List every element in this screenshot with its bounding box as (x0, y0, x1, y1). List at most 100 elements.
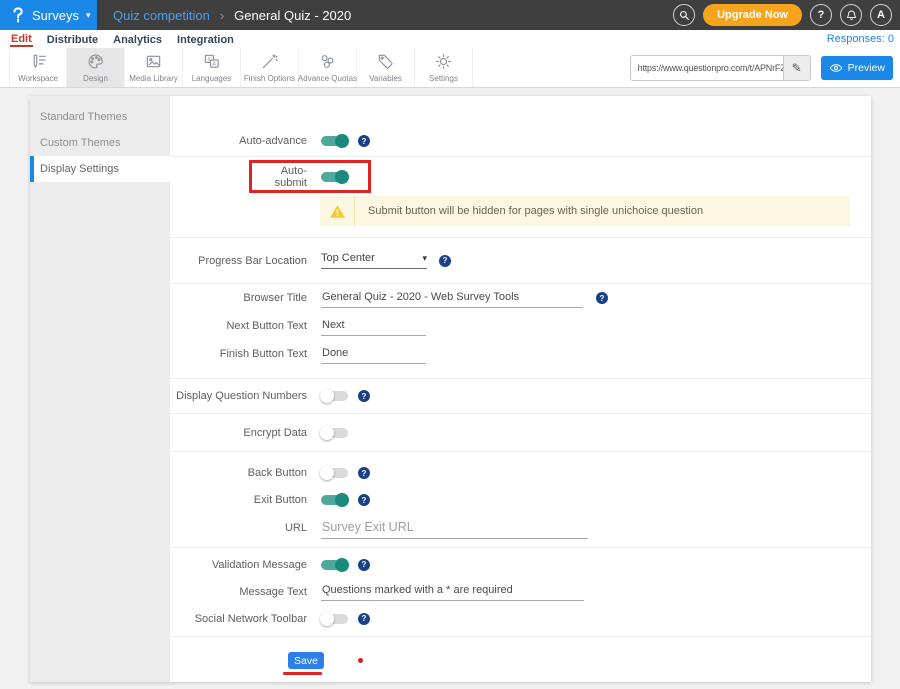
eye-icon (829, 63, 843, 73)
toolbar-item-languages[interactable]: a A Languages (183, 48, 241, 87)
auto-submit-toggle[interactable] (321, 172, 348, 182)
sidebar-item-custom-themes[interactable]: Custom Themes (30, 130, 170, 156)
exit-url-input[interactable] (321, 518, 588, 539)
edit-url-button[interactable] (783, 55, 810, 81)
sidebar-item-standard-themes[interactable]: Standard Themes (30, 104, 170, 130)
exit-button-row: Exit Button (170, 487, 871, 513)
questionpro-logo-icon (11, 6, 25, 24)
auto-advance-toggle[interactable] (321, 136, 348, 146)
auto-submit-section: Auto-submit Submit button will be hidden… (170, 160, 871, 238)
save-button[interactable]: Save (288, 652, 324, 669)
gear-icon (434, 52, 453, 71)
quota-rings-icon (318, 52, 337, 71)
social-network-toolbar-row: Social Network Toolbar (170, 605, 871, 632)
social-network-toolbar-toggle[interactable] (321, 614, 348, 624)
validation-message-row: Validation Message (170, 551, 871, 578)
tab-distribute[interactable]: Distribute (46, 33, 99, 46)
toolbar-item-settings[interactable]: Settings (415, 48, 473, 87)
upgrade-now-button[interactable]: Upgrade Now (703, 4, 802, 26)
auto-advance-section: Auto-advance (170, 96, 871, 157)
exit-url-row: URL (170, 513, 871, 543)
finish-button-text-row: Finish Button Text (170, 340, 871, 368)
toolbar-item-design[interactable]: Design (67, 48, 125, 87)
display-settings-panel: Auto-advance Auto-submit Submit bu (170, 96, 871, 682)
message-text-input[interactable] (321, 582, 584, 601)
product-name: Surveys (32, 8, 79, 23)
toolbar-item-media-library[interactable]: Media Library (125, 48, 183, 87)
toolbar-item-variables[interactable]: Variables (357, 48, 415, 87)
display-question-numbers-row: Display Question Numbers (170, 390, 370, 402)
search-button[interactable] (673, 4, 695, 26)
encrypt-data-label: Encrypt Data (170, 427, 307, 439)
design-sidebar: Standard Themes Custom Themes Display Se… (30, 96, 170, 682)
validation-section: Validation Message Message Text Social N… (170, 548, 871, 637)
exit-button-help-icon[interactable] (358, 494, 370, 506)
survey-nav-tabs: Edit Distribute Analytics Integration Re… (0, 30, 900, 48)
progress-bar-row: Progress Bar Location Top Center (170, 252, 451, 269)
text-settings-section: Browser Title Next Button Text Finish Bu… (170, 284, 871, 379)
auto-advance-help-icon[interactable] (358, 135, 370, 147)
finish-button-text-input[interactable] (321, 345, 426, 364)
preview-button[interactable]: Preview (821, 56, 893, 80)
magic-wand-icon (260, 52, 279, 71)
sidebar-item-display-settings[interactable]: Display Settings (30, 156, 170, 182)
tag-icon (376, 52, 395, 71)
next-button-text-label: Next Button Text (170, 320, 307, 332)
encrypt-data-section: Encrypt Data (170, 414, 871, 452)
progress-bar-location-label: Progress Bar Location (170, 255, 307, 267)
avatar[interactable]: A (870, 4, 892, 26)
back-button-label: Back Button (170, 467, 307, 479)
breadcrumb-workspace[interactable]: Quiz competition (113, 8, 210, 23)
validation-message-toggle[interactable] (321, 560, 348, 570)
search-icon (678, 9, 691, 22)
toolbar-item-finish-options[interactable]: Finish Options (241, 48, 299, 87)
tab-integration[interactable]: Integration (176, 33, 235, 46)
next-button-text-input[interactable] (321, 317, 426, 336)
browser-title-label: Browser Title (170, 292, 307, 304)
help-menu-button[interactable]: ? (810, 4, 832, 26)
tab-edit[interactable]: Edit (10, 32, 33, 47)
survey-url-box[interactable]: https://www.questionpro.com/t/APNrFZ (630, 55, 811, 81)
display-question-numbers-label: Display Question Numbers (170, 390, 307, 402)
browser-title-input[interactable] (321, 289, 583, 308)
toolbar-item-advance-quotas[interactable]: Advance Quotas (299, 48, 357, 87)
surveys-product-menu[interactable]: Surveys (0, 0, 97, 30)
back-button-row: Back Button (170, 459, 871, 487)
save-section: Save (170, 637, 871, 686)
message-text-row: Message Text (170, 578, 871, 605)
exit-button-label: Exit Button (170, 494, 307, 506)
bell-icon (845, 9, 858, 22)
encrypt-data-toggle[interactable] (321, 428, 348, 438)
finish-button-text-label: Finish Button Text (170, 348, 307, 360)
annotation-save-underline (283, 672, 322, 675)
exit-url-label: URL (170, 522, 307, 534)
breadcrumb: Quiz competition General Quiz - 2020 (113, 8, 351, 23)
svg-text:a: a (208, 57, 211, 63)
notifications-button[interactable] (840, 4, 862, 26)
exit-button-toggle[interactable] (321, 495, 348, 505)
warning-triangle-icon (320, 196, 355, 226)
design-palette-icon (86, 52, 105, 71)
edit-toolbar: Workspace Design Media Library a A Langu… (0, 48, 900, 88)
toolbar-item-workspace[interactable]: Workspace (9, 48, 67, 87)
responses-count: Responses: 0 (827, 33, 900, 45)
languages-icon: a A (202, 52, 221, 71)
message-text-label: Message Text (170, 586, 307, 598)
progress-bar-section: Progress Bar Location Top Center (170, 238, 871, 284)
display-question-numbers-help-icon[interactable] (358, 390, 370, 402)
chevron-down-icon (86, 9, 91, 21)
social-network-toolbar-help-icon[interactable] (358, 613, 370, 625)
back-button-toggle[interactable] (321, 468, 348, 478)
display-question-numbers-toggle[interactable] (321, 391, 348, 401)
auto-submit-label: Auto-submit (255, 165, 307, 189)
chevron-down-icon (422, 252, 427, 264)
browser-title-help-icon[interactable] (596, 292, 608, 304)
design-settings-card: Standard Themes Custom Themes Display Se… (30, 96, 871, 682)
back-button-help-icon[interactable] (358, 467, 370, 479)
tab-analytics[interactable]: Analytics (112, 33, 163, 46)
survey-url-text[interactable]: https://www.questionpro.com/t/APNrFZ (631, 63, 783, 73)
validation-message-help-icon[interactable] (358, 559, 370, 571)
validation-message-label: Validation Message (170, 559, 307, 571)
progress-bar-help-icon[interactable] (439, 255, 451, 267)
progress-bar-location-select[interactable]: Top Center (321, 252, 427, 269)
